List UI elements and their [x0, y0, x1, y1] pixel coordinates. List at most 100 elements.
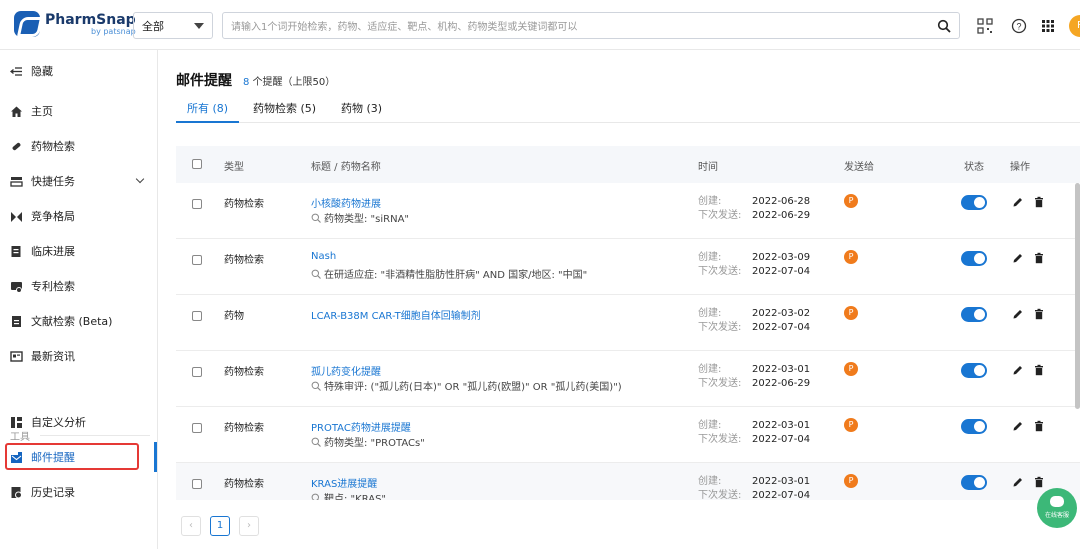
pager-prev-button[interactable]: ‹ [181, 516, 201, 536]
col-send: 发送给 [844, 162, 874, 173]
chat-button[interactable]: 在线客服 [1037, 488, 1077, 528]
sidebar-item-quick-tasks[interactable]: 快捷任务 [0, 166, 157, 196]
status-toggle[interactable] [961, 307, 987, 322]
delete-icon[interactable] [1033, 420, 1045, 432]
alert-count-number: 8 [243, 77, 250, 88]
apps-grid-icon[interactable] [1040, 18, 1056, 34]
user-avatar[interactable]: P [1069, 15, 1080, 37]
sidebar-item-news[interactable]: 最新资讯 [0, 341, 157, 371]
created-date: 2022-03-02 [752, 308, 811, 319]
help-icon[interactable]: ? [1011, 18, 1027, 34]
sidebar-item-patent[interactable]: 专利检索 [0, 271, 157, 301]
delete-icon[interactable] [1033, 252, 1045, 264]
next-send-date: 2022-07-04 [752, 490, 811, 500]
edit-icon[interactable] [1012, 252, 1024, 264]
sidebar: 隐藏 主页 药物检索 快捷任务 竞争格局 临床进展 专利检索 文献检索 (Bet… [0, 50, 158, 549]
status-toggle[interactable] [961, 251, 987, 266]
edit-icon[interactable] [1012, 476, 1024, 488]
logo[interactable]: PharmSnap by patsnap [14, 11, 136, 37]
sidebar-collapse[interactable]: 隐藏 [0, 56, 157, 86]
edit-icon[interactable] [1012, 308, 1024, 320]
alert-query-text: 在研适应症: "非酒精性脂肪性肝病" AND 国家/地区: "中国" [324, 270, 588, 281]
chevron-down-icon[interactable] [135, 174, 145, 184]
alert-title-link[interactable]: 小核酸药物进展 [311, 195, 381, 210]
row-checkbox[interactable] [192, 423, 202, 433]
tab-drug-search[interactable]: 药物检索 (5) [253, 100, 316, 123]
sidebar-item-landscape[interactable]: 竞争格局 [0, 201, 157, 231]
alert-title-link[interactable]: Nash [311, 251, 336, 262]
next-send-date: 2022-06-29 [752, 210, 811, 221]
row-checkbox[interactable] [192, 255, 202, 265]
next-send-date: 2022-07-04 [752, 266, 811, 277]
sidebar-item-home[interactable]: 主页 [0, 96, 157, 126]
search-placeholder: 请输入1个词开始检索，药物、适应症、靶点、机构、药物类型或关键词都可以 [231, 22, 578, 33]
tab-drug[interactable]: 药物 (3) [341, 100, 382, 123]
search-input[interactable]: 请输入1个词开始检索，药物、适应症、靶点、机构、药物类型或关键词都可以 [222, 12, 960, 39]
time-labels: 创建: 下次发送: [698, 195, 741, 223]
sidebar-item-history[interactable]: 历史记录 [0, 477, 157, 507]
caret-down-icon [194, 22, 204, 29]
time-labels: 创建: 下次发送: [698, 307, 741, 335]
status-toggle[interactable] [961, 363, 987, 378]
clinical-icon [11, 245, 21, 257]
alert-title-link[interactable]: KRAS进展提醒 [311, 475, 377, 490]
logo-name: PharmSnap [45, 11, 136, 28]
search-icon [311, 437, 321, 447]
scrollbar[interactable] [1075, 183, 1080, 409]
edit-icon[interactable] [1012, 364, 1024, 376]
row-checkbox[interactable] [192, 479, 202, 489]
table-row[interactable]: 药物检索 孤儿药变化提醒 特殊审评: ("孤儿药(日本)" OR "孤儿药(欧盟… [176, 351, 1080, 407]
collapse-icon [10, 66, 22, 76]
sidebar-item-label: 药物检索 [31, 140, 75, 153]
select-all-checkbox[interactable] [192, 159, 202, 169]
time-labels: 创建: 下次发送: [698, 251, 741, 279]
delete-icon[interactable] [1033, 364, 1045, 376]
top-bar: PharmSnap by patsnap 全部 请输入1个词开始检索，药物、适应… [0, 0, 1080, 50]
tab-all[interactable]: 所有 (8) [176, 100, 240, 123]
sidebar-item-drug-search[interactable]: 药物检索 [0, 131, 157, 161]
pager-next-button[interactable]: › [239, 516, 259, 536]
row-checkbox[interactable] [192, 367, 202, 377]
alert-title-link[interactable]: LCAR-B38M CAR-T细胞自体回输制剂 [311, 307, 481, 322]
sidebar-item-literature[interactable]: 文献检索 (Beta) [0, 306, 157, 336]
edit-icon[interactable] [1012, 196, 1024, 208]
search-icon[interactable] [937, 19, 951, 33]
edit-icon[interactable] [1012, 420, 1024, 432]
alert-type: 药物 [224, 311, 244, 322]
sidebar-item-custom-analysis[interactable]: 自定义分析 [0, 407, 157, 437]
qrcode-icon[interactable] [977, 18, 993, 34]
col-action: 操作 [1010, 162, 1030, 173]
alert-title-link[interactable]: 孤儿药变化提醒 [311, 363, 381, 378]
sidebar-item-label: 历史记录 [31, 486, 75, 499]
scope-select[interactable]: 全部 [133, 12, 213, 39]
status-toggle[interactable] [961, 475, 987, 490]
delete-icon[interactable] [1033, 476, 1045, 488]
created-label: 创建: [698, 476, 722, 487]
alert-query: 药物类型: "PROTACs" [311, 434, 425, 449]
next-send-date: 2022-07-04 [752, 434, 811, 445]
table-row[interactable]: 药物检索 PROTAC药物进展提醒 药物类型: "PROTACs" 创建: 下次… [176, 407, 1080, 463]
delete-icon[interactable] [1033, 308, 1045, 320]
table-row[interactable]: 药物检索 KRAS进展提醒 靶点: "KRAS" 创建: 下次发送: 2022-… [176, 463, 1080, 500]
alert-title-link[interactable]: PROTAC药物进展提醒 [311, 419, 411, 434]
row-checkbox[interactable] [192, 199, 202, 209]
table-row[interactable]: 药物检索 Nash 在研适应症: "非酒精性脂肪性肝病" AND 国家/地区: … [176, 239, 1080, 295]
status-toggle[interactable] [961, 419, 987, 434]
time-values: 2022-03-02 2022-07-04 [752, 307, 810, 335]
table-row[interactable]: 药物 LCAR-B38M CAR-T细胞自体回输制剂 创建: 下次发送: 202… [176, 295, 1080, 351]
logo-mark [14, 11, 40, 37]
delete-icon[interactable] [1033, 196, 1045, 208]
row-checkbox[interactable] [192, 311, 202, 321]
time-values: 2022-03-01 2022-07-04 [752, 419, 810, 447]
pager-page-1[interactable]: 1 [210, 516, 230, 536]
next-send-label: 下次发送: [698, 210, 742, 221]
table-row[interactable]: 药物检索 小核酸药物进展 药物类型: "siRNA" 创建: 下次发送: 202… [176, 183, 1080, 239]
alert-query-text: 药物类型: "PROTACs" [324, 438, 425, 449]
sidebar-item-label: 竞争格局 [31, 210, 75, 223]
next-send-label: 下次发送: [698, 266, 742, 277]
time-values: 2022-06-28 2022-06-29 [752, 195, 810, 223]
sidebar-item-clinical[interactable]: 临床进展 [0, 236, 157, 266]
status-toggle[interactable] [961, 195, 987, 210]
sidebar-item-label: 最新资讯 [31, 350, 75, 363]
sidebar-item-label: 快捷任务 [31, 175, 75, 188]
